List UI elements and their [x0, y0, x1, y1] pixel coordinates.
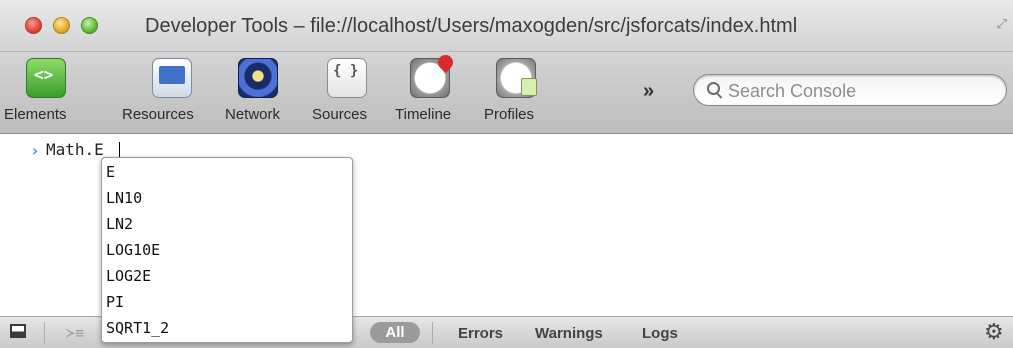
autocomplete-item[interactable]: SQRT1_2: [106, 319, 169, 337]
window-title: Developer Tools – file://localhost/Users…: [145, 15, 798, 37]
filter-warnings-button[interactable]: Warnings: [535, 325, 603, 342]
tab-network[interactable]: Network: [222, 52, 302, 134]
tab-resources-label: Resources: [122, 106, 194, 123]
network-icon: [238, 58, 278, 98]
autocomplete-item[interactable]: LN2: [106, 215, 133, 233]
show-console-icon[interactable]: ≻≡: [66, 324, 84, 342]
autocomplete-item[interactable]: LOG2E: [106, 267, 151, 285]
toolbar-overflow-button[interactable]: »: [643, 80, 654, 103]
elements-icon: [26, 58, 66, 98]
tab-network-label: Network: [225, 106, 281, 123]
tab-profiles-label: Profiles: [484, 106, 535, 123]
tab-elements[interactable]: Elements: [0, 52, 90, 134]
search-icon: [707, 82, 720, 95]
tab-sources[interactable]: Sources: [309, 52, 389, 134]
autocomplete-popup: E LN10 LN2 LOG10E LOG2E PI SQRT1_2: [101, 157, 353, 343]
autocomplete-item[interactable]: LOG10E: [106, 241, 160, 259]
timeline-icon: [410, 58, 450, 98]
tab-timeline-label: Timeline: [395, 106, 452, 123]
fullscreen-icon[interactable]: ⤢: [997, 16, 1007, 32]
search-console-box[interactable]: [693, 74, 1007, 106]
autocomplete-item[interactable]: LN10: [106, 189, 142, 207]
resources-icon: [152, 58, 192, 98]
tab-timeline[interactable]: Timeline: [392, 52, 472, 134]
search-console-input[interactable]: [726, 79, 1000, 103]
dock-to-main-window-icon[interactable]: [10, 324, 26, 338]
close-window-button[interactable]: [25, 17, 42, 34]
window-titlebar: Developer Tools – file://localhost/Users…: [0, 0, 1013, 52]
autocomplete-item[interactable]: E: [106, 163, 115, 181]
profiles-icon: [496, 58, 537, 98]
minimize-window-button[interactable]: [53, 17, 70, 34]
tab-profiles[interactable]: Profiles: [482, 52, 562, 134]
zoom-window-button[interactable]: [81, 17, 98, 34]
filter-logs-button[interactable]: Logs: [642, 325, 678, 342]
console-prompt-icon: ›: [30, 141, 40, 160]
statusbar-divider: [432, 322, 433, 344]
tab-sources-label: Sources: [312, 106, 368, 123]
tab-resources[interactable]: Resources: [118, 52, 218, 134]
sources-icon: [327, 58, 367, 98]
filter-all-button[interactable]: All: [370, 322, 420, 343]
gear-icon[interactable]: ⚙: [984, 321, 1004, 343]
filter-errors-button[interactable]: Errors: [458, 325, 503, 342]
autocomplete-item[interactable]: PI: [106, 293, 124, 311]
tab-elements-label: Elements: [4, 106, 67, 123]
console-input[interactable]: Math.E: [46, 140, 104, 159]
statusbar-divider: [44, 322, 45, 344]
